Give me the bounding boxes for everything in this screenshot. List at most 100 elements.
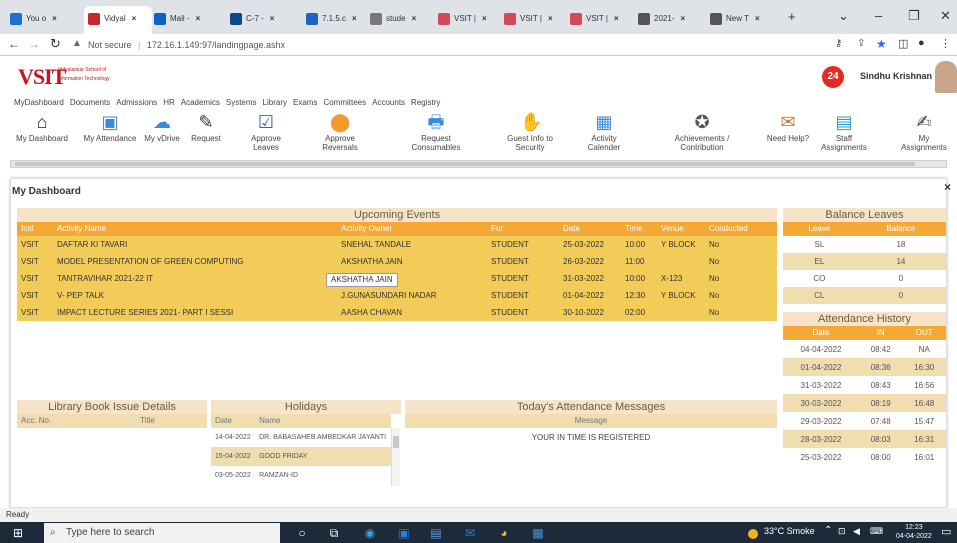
browser-tab[interactable]: VSIT | × xyxy=(500,6,568,34)
sidebar-icon[interactable]: ◫ xyxy=(898,37,908,50)
staff-button[interactable]: ▤ Staff Assignments xyxy=(816,112,872,152)
browser-tab[interactable]: 7.1.5.c × xyxy=(302,6,370,34)
balance-row: EL 14 xyxy=(783,253,946,270)
reversal-button[interactable]: ⬤ Approve Reversals xyxy=(312,112,368,152)
dashboard-close-icon[interactable]: × xyxy=(944,180,951,194)
menu-item[interactable]: MyDashboard xyxy=(14,98,64,107)
url-field[interactable]: Not secure | 172.16.1.149:97/landingpage… xyxy=(88,37,285,53)
tab-close-icon[interactable]: × xyxy=(548,14,553,23)
achievement-button[interactable]: ✪ Achievements / Contribution xyxy=(666,112,738,152)
approve-button[interactable]: ☑ Approve Leaves xyxy=(238,112,294,152)
address-bar: ← → ↻ ▲ Not secure | 172.16.1.149:97/lan… xyxy=(0,34,957,56)
menu-item[interactable]: Systems xyxy=(226,98,257,107)
attendance-row: 25-03-2022 08:00 16:01 xyxy=(783,448,946,466)
tab-close-icon[interactable]: × xyxy=(52,14,57,23)
attendance-button[interactable]: ▣ My Attendance xyxy=(82,112,138,143)
back-icon[interactable]: ← xyxy=(8,37,20,51)
weather-text[interactable]: 33°C Smoke xyxy=(764,526,815,536)
tab-close-icon[interactable]: × xyxy=(680,14,685,23)
tab-favicon-icon xyxy=(570,12,582,25)
reload-icon[interactable]: ↻ xyxy=(50,36,61,52)
menu-item[interactable]: Committees xyxy=(323,98,366,107)
warning-icon[interactable]: ▲ xyxy=(72,38,82,49)
menu-item[interactable]: Registry xyxy=(411,98,440,107)
browser-tab[interactable]: Mail - × xyxy=(150,6,218,34)
cortana-icon[interactable]: ○ xyxy=(294,525,310,541)
browser-tab[interactable]: Vidyal × xyxy=(84,6,152,34)
tray-chevron-icon[interactable]: ⌃ xyxy=(824,525,832,536)
clock[interactable]: 12:23 04-04-2022 xyxy=(896,523,932,541)
balance-col-header: Balance xyxy=(886,224,916,233)
key-icon[interactable]: ⚷ xyxy=(835,38,842,49)
edge-icon[interactable]: ◉ xyxy=(362,525,378,541)
holidays-scroll-thumb[interactable] xyxy=(393,436,399,448)
profile-icon[interactable]: ● xyxy=(918,37,925,49)
consumables-button[interactable]: 🖶 Request Consumables xyxy=(400,112,472,152)
user-avatar[interactable] xyxy=(935,61,957,93)
home-button[interactable]: ⌂ My Dashboard xyxy=(14,112,70,143)
task-view-icon[interactable]: ⧉ xyxy=(326,525,342,541)
guest-button[interactable]: ✋ Guest Info to Security xyxy=(494,112,566,152)
tab-close-icon[interactable]: × xyxy=(412,14,417,23)
event-row[interactable]: VSIT MODEL PRESENTATION OF GREEN COMPUTIN… xyxy=(17,253,777,270)
tab-close-icon[interactable]: × xyxy=(196,14,201,23)
file-explorer-icon[interactable]: ▤ xyxy=(428,525,444,541)
menu-item[interactable]: Documents xyxy=(70,98,110,107)
tab-close-icon[interactable]: × xyxy=(614,14,619,23)
photos-icon[interactable]: ▩ xyxy=(530,525,546,541)
chrome-icon[interactable]: ◕ xyxy=(496,525,512,541)
close-window-button[interactable]: ✕ xyxy=(940,8,951,24)
toolbar-scrollbar[interactable] xyxy=(10,160,947,168)
keyboard-icon[interactable]: ⌨ xyxy=(870,526,883,537)
vsit-logo[interactable]: VSIT Vidyalankar School of Information T… xyxy=(18,64,110,92)
bookmark-star-icon[interactable]: ★ xyxy=(876,37,887,51)
holidays-scrollbar[interactable] xyxy=(391,428,400,486)
windows-start-icon[interactable]: ⊞ xyxy=(10,525,26,541)
balance-leaves-panel: Balance Leaves Leave Balance SL 18 EL 14 CO 0 CL… xyxy=(783,208,946,304)
calendar-button[interactable]: ▦ Activity Calender xyxy=(576,112,632,152)
menu-item[interactable]: Exams xyxy=(293,98,317,107)
assignment-button[interactable]: ✍ My Assignments xyxy=(896,112,952,152)
browser-tab[interactable]: You o × xyxy=(6,6,74,34)
tab-close-icon[interactable]: × xyxy=(132,14,137,23)
browser-tab[interactable]: New T × xyxy=(706,6,774,34)
attendance-message: YOUR IN TIME IS REGISTERED xyxy=(531,433,651,442)
word-icon[interactable]: ▣ xyxy=(396,525,412,541)
forward-icon[interactable]: → xyxy=(28,37,40,51)
notifications-icon[interactable]: ▭ xyxy=(941,525,951,538)
share-icon[interactable]: ⇪ xyxy=(857,38,865,49)
menu-item[interactable]: HR xyxy=(163,98,175,107)
menu-dots-icon[interactable]: ⋮ xyxy=(940,37,951,50)
menu-item[interactable]: Accounts xyxy=(372,98,405,107)
menu-item[interactable]: Academics xyxy=(181,98,220,107)
help-button[interactable]: ✉ Need Help? xyxy=(760,112,816,143)
event-row[interactable]: VSIT IMPACT LECTURE SERIES 2021- PART I S… xyxy=(17,304,777,321)
attendance-col-header: Date xyxy=(812,328,830,337)
notification-badge[interactable]: 24 xyxy=(822,66,844,88)
tab-close-icon[interactable]: × xyxy=(352,14,357,23)
taskbar-search[interactable]: ⌕ Type here to search xyxy=(44,523,280,543)
browser-tab[interactable]: VSIT | × xyxy=(434,6,502,34)
user-name[interactable]: Sindhu Krishnan xyxy=(860,71,932,81)
maximize-button[interactable]: ❐ xyxy=(908,8,920,24)
browser-tab[interactable]: VSIT | × xyxy=(566,6,634,34)
menu-item[interactable]: Library xyxy=(263,98,287,107)
browser-tab[interactable]: stude × xyxy=(366,6,434,34)
tab-search-icon[interactable]: ⌄ xyxy=(838,8,849,24)
mail-app-icon[interactable]: ✉ xyxy=(462,525,478,541)
tab-close-icon[interactable]: × xyxy=(270,14,275,23)
event-row[interactable]: VSIT V- PEP TALK J.GUNASUNDARI NADAR STUDEN… xyxy=(17,287,777,304)
request-button[interactable]: ✎ Request xyxy=(178,112,234,143)
browser-tab[interactable]: 2021- × xyxy=(634,6,702,34)
event-cell: X-123 xyxy=(661,274,683,283)
volume-icon[interactable]: ◀ xyxy=(853,526,860,537)
new-tab-button[interactable]: + xyxy=(784,6,804,34)
browser-tab[interactable]: C-7 - × xyxy=(226,6,294,34)
tab-close-icon[interactable]: × xyxy=(755,14,760,23)
event-row[interactable]: VSIT DAFTAR KI TAVARI SNEHAL TANDALE STUDEN… xyxy=(17,236,777,253)
menu-item[interactable]: Admissions xyxy=(116,98,157,107)
minimize-button[interactable]: – xyxy=(875,8,882,23)
network-icon[interactable]: ⊡ xyxy=(838,526,846,537)
tab-close-icon[interactable]: × xyxy=(482,14,487,23)
scrollbar-thumb[interactable] xyxy=(15,162,915,166)
